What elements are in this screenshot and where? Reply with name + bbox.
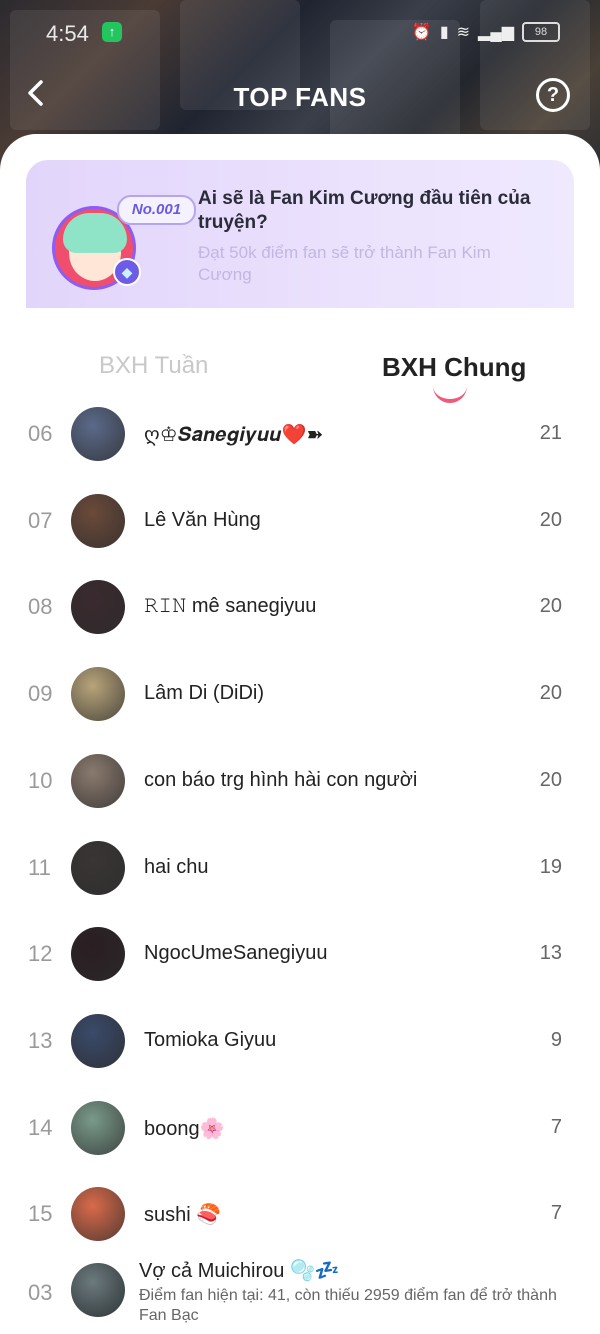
- rank-number: 06: [28, 421, 53, 446]
- wifi-icon: ≋: [456, 24, 471, 41]
- question-icon: ?: [546, 84, 560, 106]
- list-item[interactable]: 13 Tomioka Giyuu 9: [0, 1000, 600, 1086]
- avatar: [71, 1100, 125, 1155]
- banner-subtitle: Đạt 50k điểm fan sẽ trở thành Fan Kim Cư…: [198, 243, 491, 284]
- fan-score: 20: [539, 508, 562, 531]
- user-rank: 03: [28, 1280, 53, 1305]
- fan-score: 20: [539, 768, 562, 791]
- avatar: [71, 493, 125, 548]
- banner-title: Ai sẽ là Fan Kim Cương đầu tiên của truy…: [198, 188, 531, 233]
- fan-name: boong🌸: [144, 1117, 225, 1140]
- rank-number: 14: [28, 1114, 53, 1140]
- list-item[interactable]: 11 hai chu 19: [0, 827, 600, 913]
- tab-weekly[interactable]: BXH Tuần: [99, 352, 208, 380]
- fan-name: Lâm Di (DiDi): [144, 682, 264, 705]
- avatar: [71, 667, 125, 722]
- list-item[interactable]: 14 boong🌸 7: [0, 1087, 600, 1173]
- upload-icon: ↑: [102, 22, 122, 42]
- fan-name: 𝚁𝙸𝙽 mê sanegiyuu: [144, 595, 317, 618]
- list-item[interactable]: 08 𝚁𝙸𝙽 mê sanegiyuu 20: [0, 566, 600, 652]
- avatar: [71, 580, 125, 635]
- list-item[interactable]: 09 Lâm Di (DiDi) 20: [0, 653, 600, 739]
- status-icons: ⏰ ▮ ≋ ▂▄▆ 98: [412, 22, 560, 42]
- list-item[interactable]: 07 Lê Văn Hùng 20: [0, 480, 600, 566]
- fan-score: 20: [539, 682, 562, 705]
- rank-badge: No.001: [117, 195, 196, 225]
- fan-score: 9: [550, 1028, 562, 1051]
- avatar: [71, 927, 125, 982]
- rank-number: 15: [28, 1201, 53, 1227]
- avatar: [71, 407, 125, 461]
- fan-name: NgocUmeSanegiyuu: [144, 942, 328, 965]
- fan-score: 21: [539, 422, 562, 444]
- signal-icon: ▂▄▆: [478, 24, 514, 41]
- mascot-hair: [63, 213, 127, 253]
- list-item[interactable]: 15 sushi 🍣 7: [0, 1173, 600, 1259]
- rank-number: 10: [28, 767, 53, 793]
- avatar: [71, 1187, 125, 1242]
- avatar: [71, 840, 125, 895]
- rank-number: 08: [28, 594, 53, 620]
- tab-overall[interactable]: BXH Chung: [382, 352, 526, 383]
- fan-score: 7: [550, 1202, 562, 1225]
- avatar: [71, 753, 125, 808]
- fan-score: 19: [539, 855, 562, 878]
- rank-number: 07: [28, 507, 53, 533]
- status-time: 4:54: [46, 21, 89, 46]
- user-progress-text: Điểm fan hiện tại: 41, còn thiếu 2959 đi…: [139, 1287, 557, 1324]
- fan-name: ღ♔𝑺𝒂𝒏𝒆𝒈𝒊𝒚𝒖𝒖❤️➽: [144, 424, 324, 446]
- list-item[interactable]: 10 con báo trg hình hài con người 20: [0, 740, 600, 826]
- avatar: [71, 1013, 125, 1068]
- diamond-icon: ◆: [113, 258, 141, 286]
- fan-name: Lê Văn Hùng: [144, 508, 261, 531]
- battery-icon: 98: [522, 22, 560, 42]
- fan-name: hai chu: [144, 855, 209, 878]
- fan-name: con báo trg hình hài con người: [144, 768, 418, 791]
- alarm-icon: ⏰: [411, 24, 432, 41]
- status-bar: 4:54 ↑ ⏰ ▮ ≋ ▂▄▆ 98: [0, 16, 600, 52]
- fan-name: Tomioka Giyuu: [144, 1028, 277, 1051]
- rank-number: 12: [28, 941, 53, 967]
- top-bar: TOP FANS ?: [0, 72, 600, 122]
- rank-number: 09: [28, 681, 53, 707]
- help-button[interactable]: ?: [536, 78, 570, 112]
- fan-score: 20: [539, 595, 562, 618]
- list-item[interactable]: 12 NgocUmeSanegiyuu 13: [0, 913, 600, 999]
- vibrate-icon: ▮: [439, 24, 449, 41]
- page-title: TOP FANS: [233, 82, 367, 112]
- fan-score: 7: [550, 1115, 562, 1138]
- avatar: [71, 1263, 125, 1317]
- user-name: Vợ cả Muichirou 🫧💤: [139, 1260, 340, 1282]
- fan-score: 13: [539, 942, 562, 965]
- fan-name: sushi 🍣: [144, 1204, 222, 1227]
- current-user-row[interactable]: 03 Vợ cả Muichirou 🫧💤 Điểm fan hiện tại:…: [0, 1248, 600, 1333]
- list-item[interactable]: 06 ღ♔𝑺𝒂𝒏𝒆𝒈𝒊𝒚𝒖𝒖❤️➽ 21: [0, 393, 600, 479]
- rank-number: 11: [28, 854, 51, 880]
- rank-number: 13: [28, 1027, 53, 1053]
